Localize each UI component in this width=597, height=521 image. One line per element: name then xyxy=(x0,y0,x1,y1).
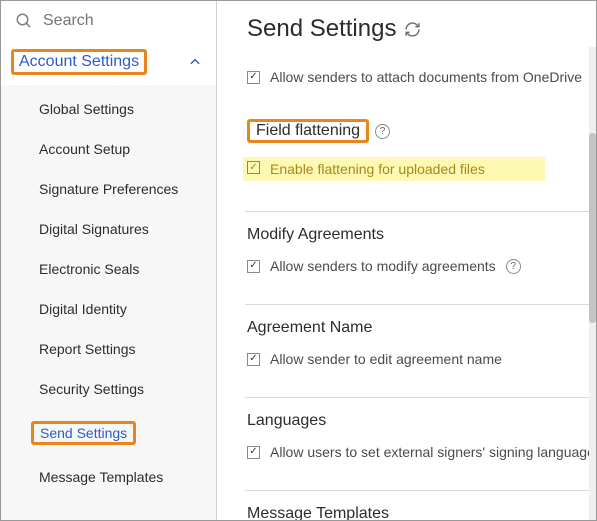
sidebar-section-label: Account Settings xyxy=(19,53,139,70)
search-icon xyxy=(15,12,33,30)
sidebar: Account Settings Global Settings Account… xyxy=(1,1,217,520)
chevron-up-icon xyxy=(188,55,202,69)
option-modify-agreements-label: Allow senders to modify agreements xyxy=(270,258,496,274)
highlight-send-settings: Send Settings xyxy=(31,421,136,445)
sidebar-item-signature-preferences[interactable]: Signature Preferences xyxy=(1,169,216,209)
group-field-flattening: Field flattening ? Enable flattening for… xyxy=(247,119,596,185)
search-input[interactable] xyxy=(41,11,204,31)
group-title-agreement-name: Agreement Name xyxy=(247,319,596,337)
group-languages: Languages Allow users to set external si… xyxy=(247,412,596,464)
group-title-field-flattening: Field flattening ? xyxy=(247,119,596,143)
group-agreement-name: Agreement Name Allow sender to edit agre… xyxy=(247,319,596,371)
checkbox-onedrive[interactable] xyxy=(247,71,260,84)
option-agreement-name-label: Allow sender to edit agreement name xyxy=(270,351,502,367)
checkbox-languages[interactable] xyxy=(247,446,260,459)
app-frame: Account Settings Global Settings Account… xyxy=(0,0,597,521)
search-row xyxy=(1,1,216,39)
highlight-enable-flattening: Enable flattening for uploaded files xyxy=(243,157,545,181)
highlight-field-flattening: Field flattening xyxy=(247,119,369,143)
sidebar-item-digital-identity[interactable]: Digital Identity xyxy=(1,289,216,329)
sidebar-item-global-settings[interactable]: Global Settings xyxy=(1,89,216,129)
sidebar-item-message-templates[interactable]: Message Templates xyxy=(1,457,216,497)
group-title-languages: Languages xyxy=(247,412,596,430)
option-languages-label: Allow users to set external signers' sig… xyxy=(270,444,595,460)
content-scroll-thumb[interactable] xyxy=(589,133,596,323)
option-enable-flattening-label: Enable flattening for uploaded files xyxy=(270,161,485,177)
info-icon[interactable]: ? xyxy=(506,259,521,274)
sidebar-item-account-setup[interactable]: Account Setup xyxy=(1,129,216,169)
option-onedrive-label: Allow senders to attach documents from O… xyxy=(270,69,582,85)
divider xyxy=(245,397,594,398)
group-modify-agreements: Modify Agreements Allow senders to modif… xyxy=(247,226,596,278)
group-title-modify-agreements: Modify Agreements xyxy=(247,226,596,244)
checkbox-enable-flattening[interactable] xyxy=(247,161,260,174)
page-title: Send Settings xyxy=(247,15,396,43)
checkbox-agreement-name[interactable] xyxy=(247,353,260,366)
divider xyxy=(245,490,594,491)
option-agreement-name: Allow sender to edit agreement name xyxy=(247,347,596,371)
info-icon[interactable]: ? xyxy=(375,124,390,139)
sidebar-section-account-settings[interactable]: Account Settings xyxy=(1,39,216,85)
sidebar-nav-list: Global Settings Account Setup Signature … xyxy=(1,85,216,520)
group-title-message-templates: Message Templates xyxy=(247,505,596,520)
option-modify-agreements: Allow senders to modify agreements ? xyxy=(247,254,596,278)
content-scroll-track[interactable] xyxy=(589,47,596,520)
content-panel: Send Settings Allow senders to attach do… xyxy=(217,1,596,520)
sidebar-item-report-settings[interactable]: Report Settings xyxy=(1,329,216,369)
group-message-templates: Message Templates xyxy=(247,505,596,520)
divider xyxy=(245,211,594,212)
checkbox-modify-agreements[interactable] xyxy=(247,260,260,273)
sidebar-item-electronic-seals[interactable]: Electronic Seals xyxy=(1,249,216,289)
divider xyxy=(245,304,594,305)
sidebar-item-digital-signatures[interactable]: Digital Signatures xyxy=(1,209,216,249)
sidebar-item-send-settings[interactable]: Send Settings xyxy=(1,409,216,457)
page-title-row: Send Settings xyxy=(247,15,596,43)
sidebar-item-security-settings[interactable]: Security Settings xyxy=(1,369,216,409)
option-languages: Allow users to set external signers' sig… xyxy=(247,440,596,464)
refresh-icon[interactable] xyxy=(404,21,421,38)
highlight-account-settings: Account Settings xyxy=(11,49,147,75)
option-onedrive: Allow senders to attach documents from O… xyxy=(247,65,596,89)
option-field-flattening: Enable flattening for uploaded files xyxy=(247,153,596,185)
